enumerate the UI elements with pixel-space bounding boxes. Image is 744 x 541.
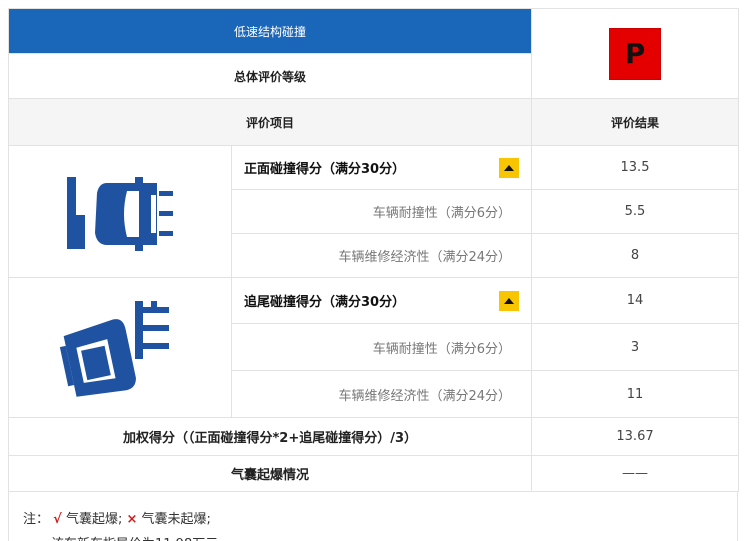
front-repair-economy-label: 车辆维修经济性（满分24分）	[338, 250, 511, 265]
test-name: 低速结构碰撞	[233, 24, 306, 39]
front-repair-economy-cell: 8	[532, 234, 739, 278]
crash-test-result-table: 低速结构碰撞 总体评价等级 P 评价项目 评价结果 正面碰撞得分（满分30分） …	[0, 0, 744, 541]
airbag-label: 气囊起爆情况	[230, 468, 309, 483]
rear-impact-car-icon	[59, 300, 169, 397]
note-prefix: 注：	[23, 512, 50, 527]
front-impact-score-cell: 13.5	[532, 146, 739, 190]
rear-impact-score-cell: 14	[532, 278, 739, 324]
front-crashworthiness-label: 车辆耐撞性（满分6分）	[372, 206, 511, 221]
weighted-score-value: 13.67	[616, 429, 654, 444]
rating-badge: P	[609, 27, 661, 80]
price-note: 该车新车指导价为11.98万元	[23, 533, 737, 541]
front-impact-score-row: 正面碰撞得分（满分30分）	[232, 146, 532, 190]
weighted-score-row: 加权得分（（正面碰撞得分*2+追尾碰撞得分）/3）	[9, 418, 532, 456]
rear-repair-economy-label: 车辆维修经济性（满分24分）	[338, 388, 511, 404]
front-impact-car-icon	[67, 176, 173, 251]
rear-repair-economy-score: 11	[626, 386, 644, 402]
legend-line: 注： √ 气囊起爆; × 气囊未起爆;	[23, 508, 737, 527]
rear-impact-score: 14	[626, 293, 644, 308]
triangle-up-icon	[504, 164, 514, 171]
rear-crashworthiness-cell: 3	[532, 324, 739, 371]
triangle-up-icon	[504, 297, 514, 304]
rear-repair-economy-row: 车辆维修经济性（满分24分）	[232, 371, 532, 418]
front-impact-image-cell	[9, 146, 232, 278]
rear-impact-score-row: 追尾碰撞得分（满分30分）	[232, 278, 532, 324]
airbag-cell: ——	[532, 456, 739, 492]
collapse-front-button[interactable]	[499, 157, 519, 178]
not-deployed-legend: 气囊未起爆;	[141, 512, 211, 527]
rear-impact-image-cell	[9, 278, 232, 418]
weighted-score-cell: 13.67	[532, 418, 739, 456]
check-icon: √	[53, 512, 62, 527]
deployed-legend: 气囊起爆;	[65, 512, 123, 527]
column-header-result: 评价结果	[532, 99, 739, 146]
column-result-label: 评价结果	[610, 115, 659, 130]
airbag-row: 气囊起爆情况	[9, 456, 532, 492]
front-crashworthiness-score: 5.5	[624, 204, 646, 219]
rear-repair-economy-cell: 11	[532, 371, 739, 418]
rating-letter: P	[624, 37, 646, 70]
front-repair-economy-row: 车辆维修经济性（满分24分）	[232, 234, 532, 278]
front-crashworthiness-row: 车辆耐撞性（满分6分）	[232, 190, 532, 234]
front-repair-economy-score: 8	[630, 248, 640, 263]
notes-section: 注： √ 气囊起爆; × 气囊未起爆; 该车新车指导价为11.98万元	[8, 492, 738, 541]
weighted-score-label: 加权得分（（正面碰撞得分*2+追尾碰撞得分）/3）	[122, 431, 418, 446]
front-crashworthiness-cell: 5.5	[532, 190, 739, 234]
overall-rating-label: 总体评价等级	[233, 69, 306, 84]
airbag-value: ——	[622, 466, 648, 481]
overall-label-cell: 总体评价等级	[9, 54, 532, 99]
front-impact-label: 正面碰撞得分（满分30分）	[244, 162, 406, 177]
test-name-header: 低速结构碰撞	[9, 9, 532, 54]
column-item-label: 评价项目	[245, 115, 294, 130]
rear-impact-label: 追尾碰撞得分（满分30分）	[244, 295, 406, 310]
cross-icon: ×	[126, 512, 138, 527]
rear-crashworthiness-label: 车辆耐撞性（满分6分）	[372, 341, 511, 357]
rating-cell: P	[532, 9, 739, 99]
rear-crashworthiness-score: 3	[630, 339, 640, 355]
front-impact-score: 13.5	[620, 160, 650, 175]
collapse-rear-button[interactable]	[499, 290, 519, 311]
rear-crashworthiness-row: 车辆耐撞性（满分6分）	[232, 324, 532, 371]
column-header-item: 评价项目	[9, 99, 532, 146]
